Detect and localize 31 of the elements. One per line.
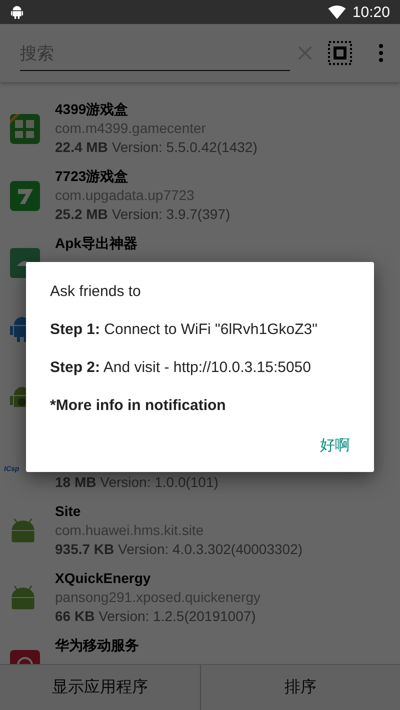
bottom-button[interactable]: 排序: [200, 665, 400, 710]
app-icon: [10, 180, 40, 210]
app-size: 66 KB: [55, 608, 95, 624]
app-version: Version: 3.9.7(397): [112, 206, 230, 222]
android-icon: [11, 5, 23, 19]
app-name: XQuickEnergy: [55, 570, 151, 586]
app-size: 18 MB: [55, 474, 96, 490]
app-name: 7723游戏盒: [55, 168, 128, 184]
dialog-step: Step 2: And visit - http://10.0.3.15:5050: [50, 358, 350, 377]
android-icon: [10, 518, 36, 544]
app-version: Version: 1.2.5(20191007): [98, 608, 256, 624]
more-icon[interactable]: [379, 44, 383, 62]
app-version: Version: 4.0.3.302(40003302): [118, 541, 303, 557]
select-all-icon[interactable]: [328, 41, 352, 65]
app-name: Site: [55, 503, 81, 519]
app-icon: [10, 114, 40, 144]
app-size: 22.4 MB: [55, 139, 108, 155]
clock-time: 10:20: [352, 4, 390, 20]
bottom-button[interactable]: 显示应用程序: [0, 665, 200, 710]
wifi-icon: [328, 5, 346, 19]
android-icon: [10, 584, 36, 610]
app-version: Version: 5.5.0.42(1432): [112, 139, 258, 155]
app-name: 4399游戏盒: [55, 101, 128, 117]
dialog-text: Ask friends to: [50, 282, 142, 301]
app-size: 25.2 MB: [55, 206, 108, 222]
app-size: 935.7 KB: [55, 541, 114, 557]
app-name: 华为移动服务: [55, 637, 139, 653]
ok-button[interactable]: 好啊: [316, 432, 354, 459]
app-name: Apk导出神器: [55, 235, 138, 251]
dialog-note: *More info in notification: [50, 396, 227, 415]
dialog-step: Step 1: Connect to WiFi "6lRvh1GkoZ3": [50, 320, 350, 339]
